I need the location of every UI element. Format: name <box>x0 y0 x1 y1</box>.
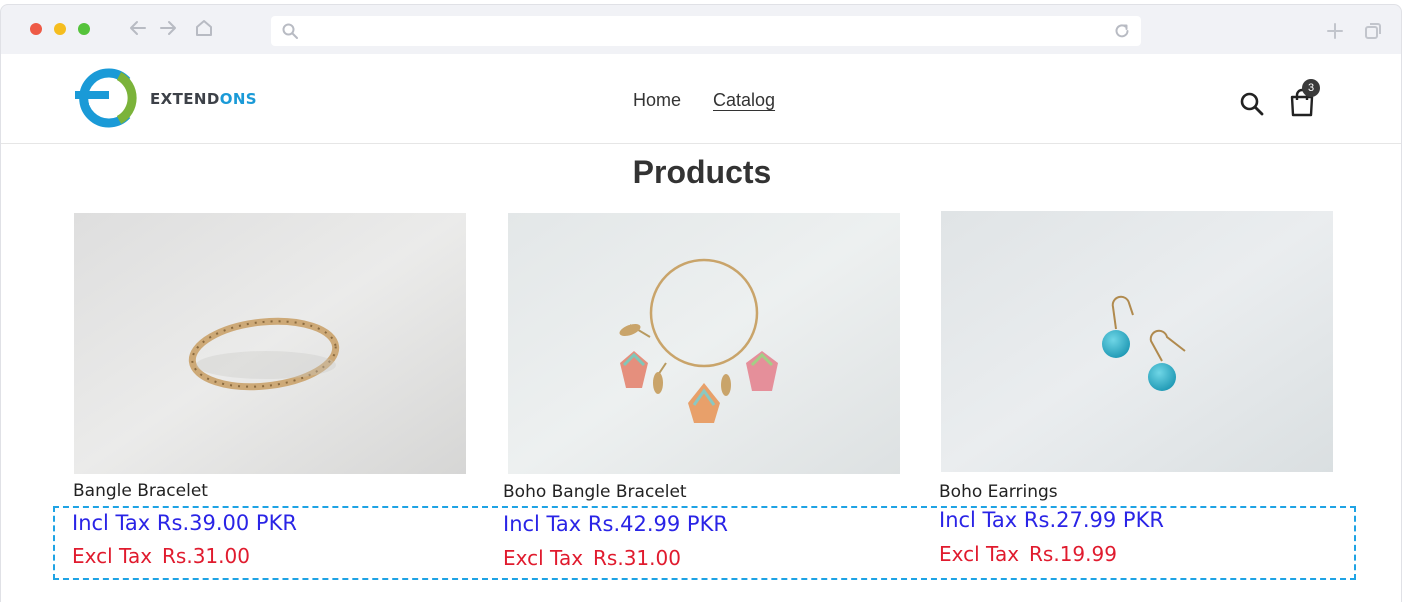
store-page: EXTENDONS Home Catalog 3 Products Bangle… <box>0 54 1402 602</box>
extendons-logo-icon[interactable] <box>75 68 137 128</box>
back-arrow-icon[interactable] <box>127 17 149 39</box>
tabs-icon[interactable] <box>1363 21 1383 41</box>
product-image-boho-earrings[interactable] <box>941 211 1333 472</box>
site-header: EXTENDONS Home Catalog 3 <box>1 54 1401 144</box>
browser-toolbar <box>0 4 1402 54</box>
product-image-boho-bangle-bracelet[interactable] <box>508 213 900 474</box>
home-icon[interactable] <box>193 17 215 39</box>
address-bar[interactable] <box>271 16 1141 46</box>
logo-text-main: EXTEND <box>150 90 220 108</box>
logo-wordmark[interactable]: EXTENDONS <box>150 90 257 108</box>
price-highlight-box <box>53 506 1356 580</box>
search-icon <box>282 23 298 39</box>
search-icon[interactable] <box>1239 91 1265 117</box>
product-title[interactable]: Boho Bangle Bracelet <box>503 482 687 502</box>
new-tab-icon[interactable] <box>1325 21 1345 41</box>
maximize-window-button[interactable] <box>78 23 90 35</box>
reload-icon[interactable] <box>1113 22 1131 40</box>
page-title: Products <box>632 154 772 190</box>
nav-link-catalog[interactable]: Catalog <box>713 90 775 111</box>
minimize-window-button[interactable] <box>54 23 66 35</box>
product-image-bangle-bracelet[interactable] <box>74 213 466 474</box>
logo-text-accent: ONS <box>219 90 258 108</box>
cart-count-badge: 3 <box>1302 79 1320 97</box>
forward-arrow-icon[interactable] <box>157 17 179 39</box>
product-title[interactable]: Boho Earrings <box>939 482 1058 502</box>
close-window-button[interactable] <box>30 23 42 35</box>
product-title[interactable]: Bangle Bracelet <box>73 481 208 501</box>
nav-link-home[interactable]: Home <box>633 90 681 111</box>
